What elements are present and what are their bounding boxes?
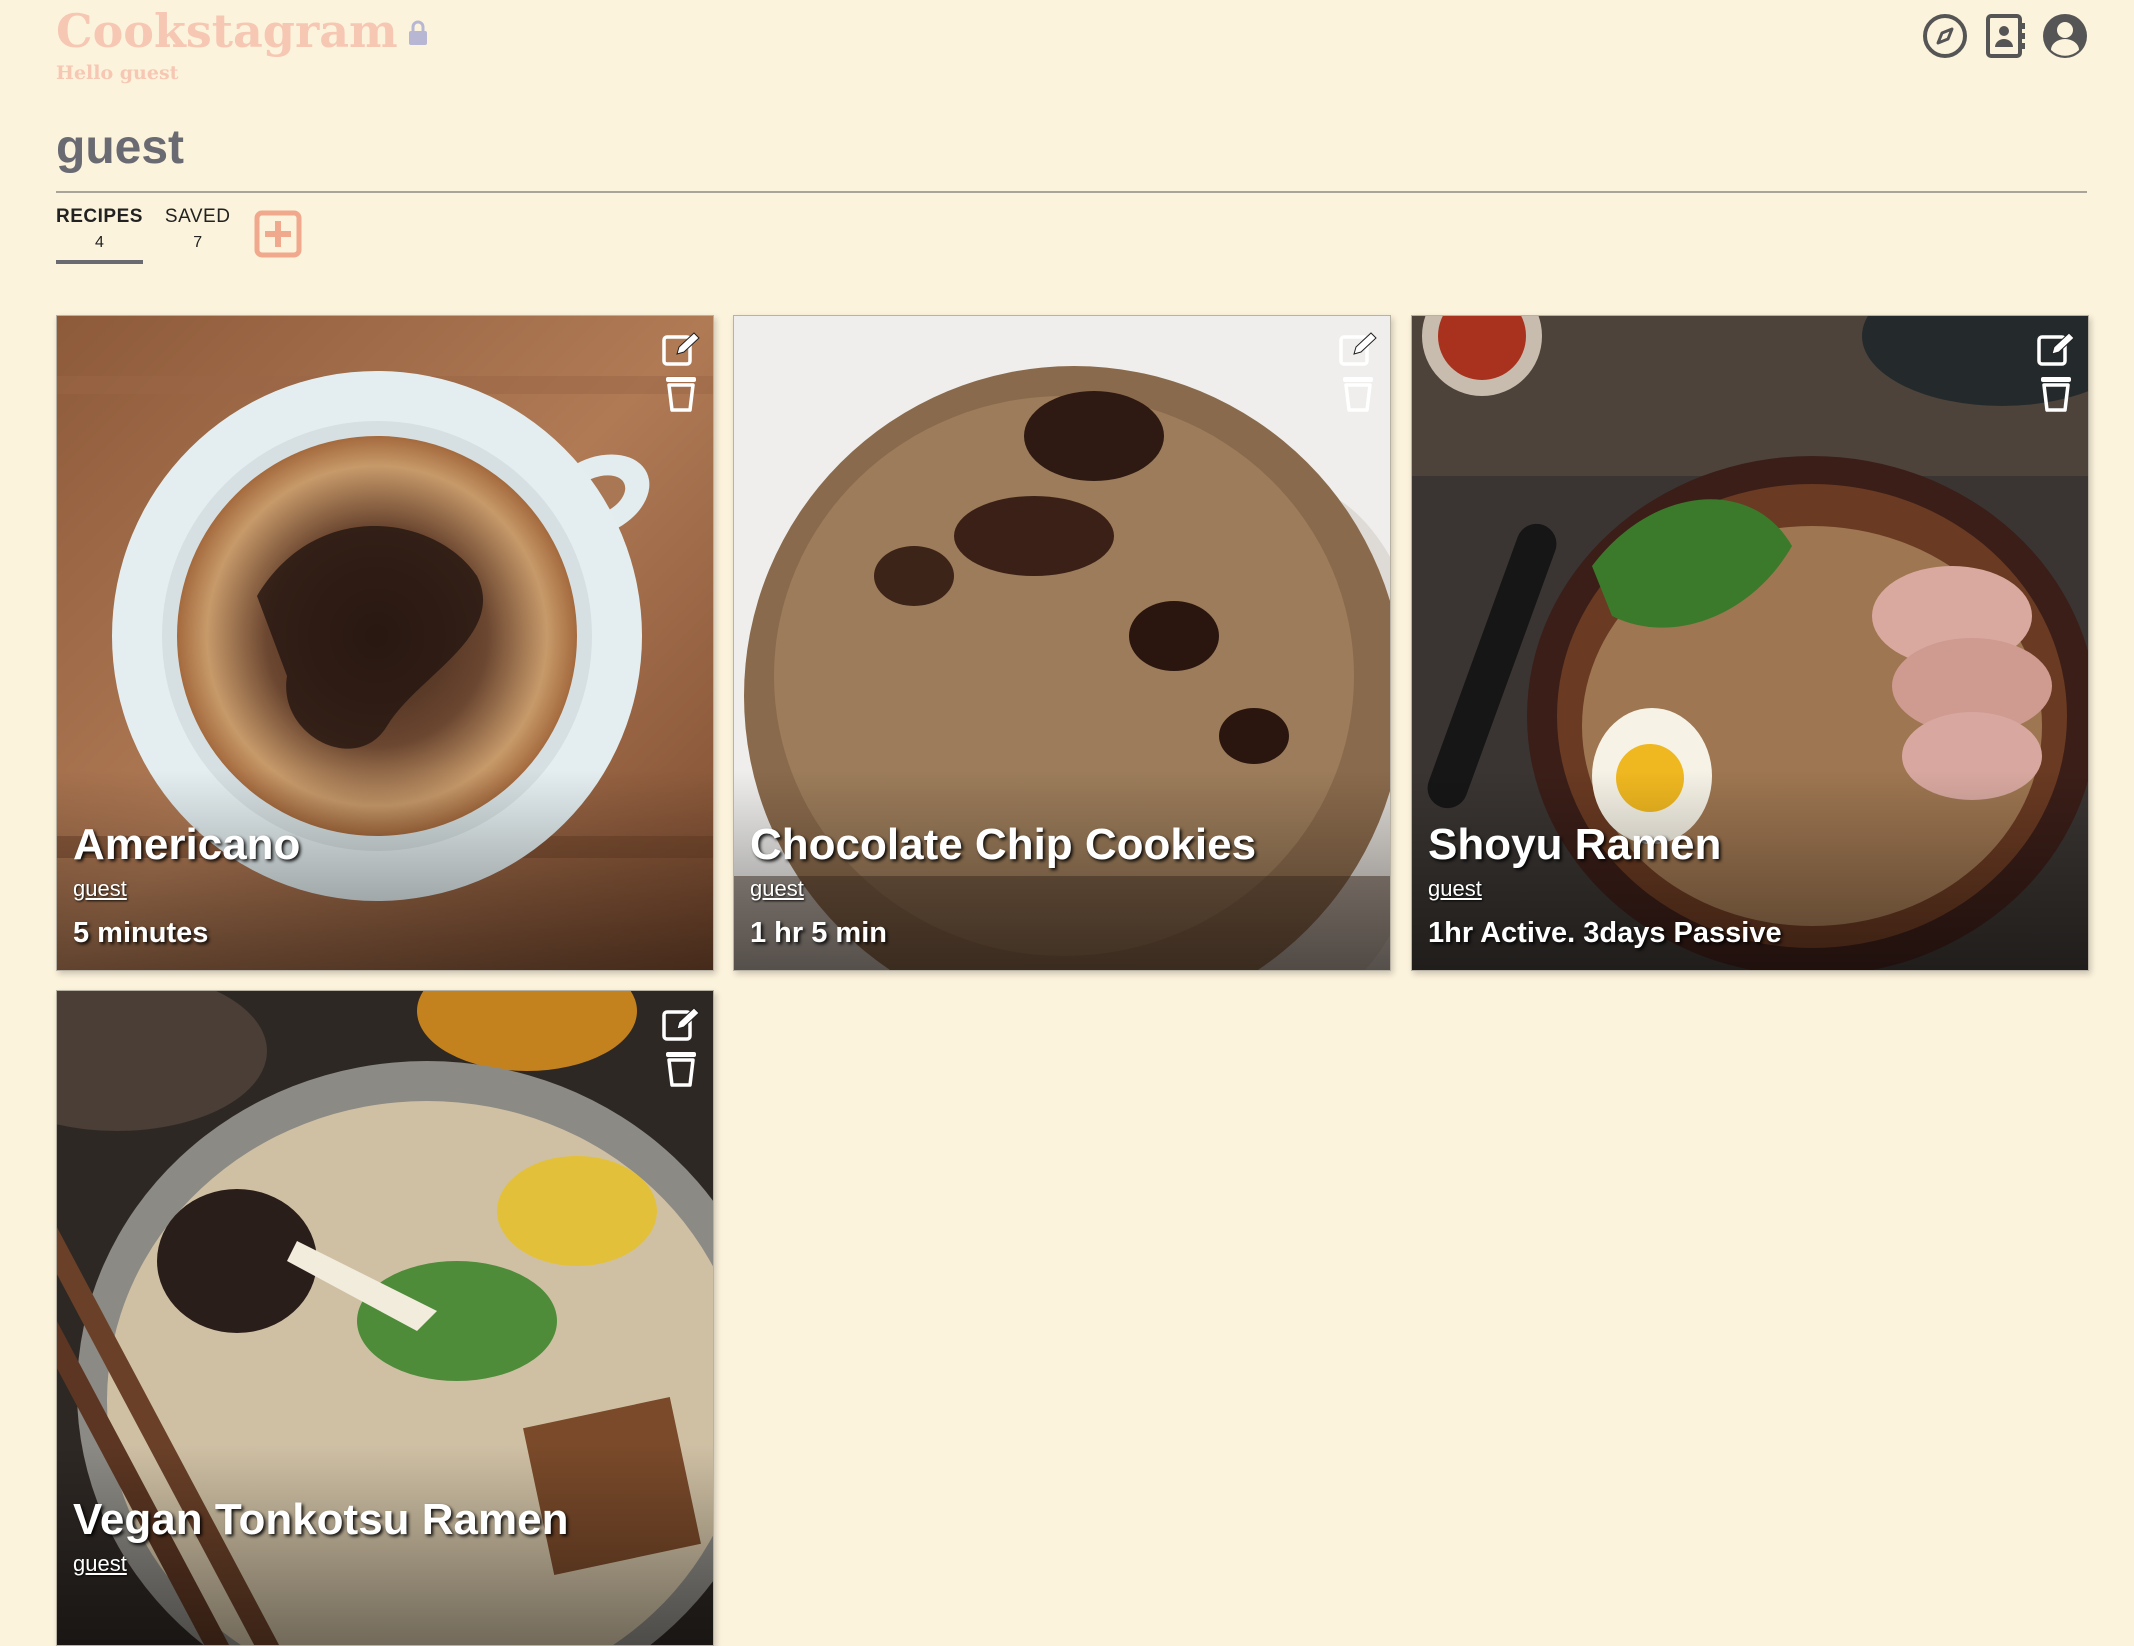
tab-recipes[interactable]: RECIPES 4 xyxy=(56,206,143,264)
profile-tabs: RECIPES 4 SAVED 7 xyxy=(56,206,302,264)
header: Cookstagram Hello guest xyxy=(56,0,2089,110)
contacts-icon[interactable] xyxy=(1981,12,2029,60)
recipe-author-link[interactable]: guest xyxy=(1428,876,1482,902)
trash-icon[interactable] xyxy=(2036,374,2076,412)
recipe-card-americano[interactable]: Americano guest 5 minutes xyxy=(56,315,714,971)
card-actions xyxy=(2036,330,2076,418)
edit-icon[interactable] xyxy=(1338,330,1378,368)
recipe-card-chocolate-chip-cookies[interactable]: Chocolate Chip Cookies guest 1 hr 5 min xyxy=(733,315,1391,971)
recipe-author-link[interactable]: guest xyxy=(73,1551,127,1577)
recipe-title[interactable]: Shoyu Ramen xyxy=(1428,820,1721,870)
tab-saved[interactable]: SAVED 7 xyxy=(165,206,231,260)
card-actions xyxy=(1338,330,1378,418)
add-recipe-button[interactable] xyxy=(254,210,302,258)
trash-icon[interactable] xyxy=(661,1049,701,1087)
recipe-title[interactable]: Chocolate Chip Cookies xyxy=(750,820,1256,870)
edit-icon[interactable] xyxy=(661,1005,701,1043)
card-actions xyxy=(661,1005,701,1093)
tab-saved-count: 7 xyxy=(193,234,203,251)
nav-icons xyxy=(1921,12,2089,60)
edit-icon[interactable] xyxy=(2036,330,2076,368)
profile-username: guest xyxy=(56,121,185,174)
recipe-time: 1 hr 5 min xyxy=(750,917,887,949)
greeting-text: Hello guest xyxy=(56,62,179,84)
recipe-author-link[interactable]: guest xyxy=(73,876,127,902)
trash-icon[interactable] xyxy=(661,374,701,412)
user-circle-icon[interactable] xyxy=(2041,12,2089,60)
recipe-time: 5 minutes xyxy=(73,917,209,949)
tab-saved-label: SAVED xyxy=(164,206,231,227)
recipe-title[interactable]: Vegan Tonkotsu Ramen xyxy=(73,1495,569,1545)
recipe-time: 1hr Active. 3days Passive xyxy=(1428,917,1782,949)
recipe-card-shoyu-ramen[interactable]: Shoyu Ramen guest 1hr Active. 3days Pass… xyxy=(1411,315,2089,971)
edit-icon[interactable] xyxy=(661,330,701,368)
trash-icon[interactable] xyxy=(1338,374,1378,412)
card-actions xyxy=(661,330,701,418)
divider xyxy=(56,191,2087,193)
recipe-author-link[interactable]: guest xyxy=(750,876,804,902)
compass-icon[interactable] xyxy=(1921,12,1969,60)
tab-recipes-count: 4 xyxy=(95,234,104,251)
recipe-title[interactable]: Americano xyxy=(73,820,300,870)
card-shade xyxy=(57,1445,713,1645)
tab-recipes-label: RECIPES xyxy=(56,206,143,227)
recipe-card-vegan-tonkotsu-ramen[interactable]: Vegan Tonkotsu Ramen guest xyxy=(56,990,714,1646)
logo-row: Cookstagram xyxy=(56,4,430,58)
app-logo[interactable]: Cookstagram xyxy=(56,4,398,58)
lock-icon xyxy=(408,20,427,45)
